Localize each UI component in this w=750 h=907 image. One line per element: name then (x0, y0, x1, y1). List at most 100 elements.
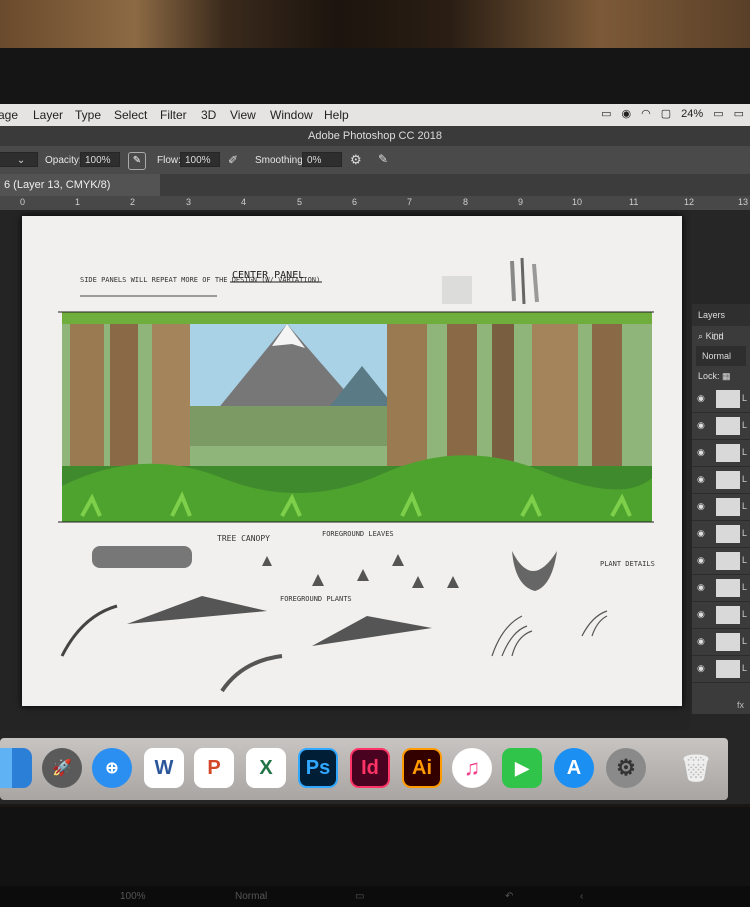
flow-input[interactable]: 100% (180, 152, 220, 167)
menu-help[interactable]: Help (324, 108, 349, 122)
status-icons: ▭ ◉ ◠ ▢ 24% ▭ ▭ (601, 107, 744, 121)
mirror-icon[interactable]: ▭ (601, 107, 611, 120)
tree-trunk (447, 316, 477, 466)
trash-icon[interactable]: 🗑 (676, 748, 716, 788)
tree-canopy-label: TREE CANOPY (217, 534, 270, 543)
touchbar-mirror-icon[interactable]: ▭ (355, 891, 364, 902)
eye-icon[interactable]: ◉ (697, 609, 707, 619)
powerpoint-icon[interactable]: P (194, 748, 234, 788)
menu-select[interactable]: Select (114, 108, 147, 122)
word-icon[interactable]: W (144, 748, 184, 788)
pressure-opacity-icon[interactable]: ✎ (128, 152, 146, 170)
document-tab[interactable]: 6 (Layer 13, CMYK/8) (0, 174, 160, 196)
fx-button[interactable]: fx (737, 700, 744, 710)
airbrush-icon[interactable]: ✐ (228, 153, 238, 167)
eye-icon[interactable]: ◉ (697, 420, 707, 430)
layer-name: L (742, 447, 748, 457)
touchbar-mode[interactable]: Normal (235, 891, 267, 902)
menu-3d[interactable]: 3D (201, 108, 216, 122)
touchbar-zoom[interactable]: 100% (120, 891, 146, 902)
layer-name: L (742, 501, 748, 511)
ruler-tick: 10 (572, 197, 583, 207)
test-smudge (442, 276, 472, 304)
itunes-icon[interactable]: ♫ (452, 748, 492, 788)
menu-extra-icon[interactable]: ▭ (734, 107, 744, 120)
launchpad-icon[interactable]: 🚀 (42, 748, 82, 788)
menu-bar: age Layer Type Select Filter 3D View Win… (0, 104, 750, 126)
layer-row[interactable]: ◉ L (692, 413, 750, 440)
layer-row[interactable]: ◉ L (692, 440, 750, 467)
layer-row[interactable]: ◉ L (692, 494, 750, 521)
menu-type[interactable]: Type (75, 108, 101, 122)
opacity-label: Opacity: (45, 155, 82, 166)
wifi-icon[interactable]: ◠ (641, 107, 651, 120)
tab-layers[interactable]: Layers (698, 310, 725, 320)
layer-thumbnail (716, 660, 740, 678)
layer-thumbnail (716, 498, 740, 516)
layer-thumbnail (716, 525, 740, 543)
ruler-tick: 7 (407, 197, 413, 207)
layer-name: L (742, 474, 748, 484)
layer-thumbnail (716, 552, 740, 570)
opacity-input[interactable]: 100% (80, 152, 120, 167)
menu-window[interactable]: Window (270, 108, 313, 122)
ruler-tick: 8 (463, 197, 469, 207)
eye-icon[interactable]: ◉ (697, 501, 707, 511)
eye-icon[interactable]: ◉ (697, 582, 707, 592)
menu-image[interactable]: age (0, 108, 18, 122)
ruler-tick: 3 (186, 197, 192, 207)
volume-icon[interactable]: ▢ (661, 107, 671, 120)
layer-filter[interactable]: ⌕ Kind (692, 326, 750, 346)
layer-thumbnail (716, 444, 740, 462)
layer-row[interactable]: ◉ L (692, 602, 750, 629)
eye-icon[interactable]: ◉ (697, 393, 707, 403)
eye-status-icon[interactable]: ◉ (622, 107, 632, 120)
touchbar-back-icon[interactable]: ‹ (580, 891, 583, 902)
excel-icon[interactable]: X (246, 748, 286, 788)
layer-row[interactable]: ◉ L (692, 575, 750, 602)
eye-icon[interactable]: ◉ (697, 636, 707, 646)
layer-row[interactable]: ◉ L (692, 467, 750, 494)
battery-icon[interactable]: ▭ (713, 107, 723, 120)
menu-view[interactable]: View (230, 108, 256, 122)
canopy (62, 312, 652, 324)
blend-mode-select[interactable]: Normal (696, 346, 746, 366)
flow-label: Flow: (157, 155, 181, 166)
layer-row[interactable]: ◉ L (692, 521, 750, 548)
layer-name: L (742, 636, 748, 646)
app-store-icon[interactable]: A (554, 748, 594, 788)
lock-transparency-icon[interactable]: ▦ (722, 371, 731, 381)
eye-icon[interactable]: ◉ (697, 447, 707, 457)
valley (162, 406, 422, 446)
smoothing-input[interactable]: 0% (302, 152, 342, 167)
brush-preset-dropdown[interactable]: ⌄ (0, 152, 38, 167)
eye-icon[interactable]: ◉ (697, 555, 707, 565)
indesign-icon[interactable]: Id (350, 748, 390, 788)
layer-row[interactable]: ◉ L (692, 656, 750, 683)
layer-row[interactable]: ◉ L (692, 548, 750, 575)
menu-layer[interactable]: Layer (33, 108, 63, 122)
eye-icon[interactable]: ◉ (697, 474, 707, 484)
pressure-size-icon[interactable]: ✎ (378, 152, 388, 166)
finder-icon[interactable] (0, 748, 32, 788)
document-canvas[interactable]: SIDE PANELS WILL REPEAT MORE OF THE DESI… (22, 216, 682, 706)
layers-panel: Layers Ch ⌕ Kind Normal Lock: ▦ ◉ L ◉ L ◉ L… (692, 304, 750, 714)
fern-fan-study (127, 596, 267, 624)
safari-icon[interactable]: ⊕ (92, 748, 132, 788)
layer-thumbnail (716, 579, 740, 597)
touchbar-undo-icon[interactable]: ↶ (505, 891, 513, 902)
horizontal-ruler: 0 1 2 3 4 5 6 7 8 9 10 11 12 13 (0, 196, 750, 210)
photoshop-icon[interactable]: Ps (298, 748, 338, 788)
eye-icon[interactable]: ◉ (697, 528, 707, 538)
facetime-icon[interactable]: ▶ (502, 748, 542, 788)
system-preferences-icon[interactable]: ⚙ (606, 748, 646, 788)
menu-filter[interactable]: Filter (160, 108, 187, 122)
screen: age Layer Type Select Filter 3D View Win… (0, 104, 750, 804)
illustrator-icon[interactable]: Ai (402, 748, 442, 788)
gear-icon[interactable]: ⚙ (350, 152, 362, 168)
test-stroke (510, 260, 516, 302)
tree-trunk (592, 316, 622, 476)
layer-row[interactable]: ◉ L (692, 386, 750, 413)
layer-row[interactable]: ◉ L (692, 629, 750, 656)
eye-icon[interactable]: ◉ (697, 663, 707, 673)
